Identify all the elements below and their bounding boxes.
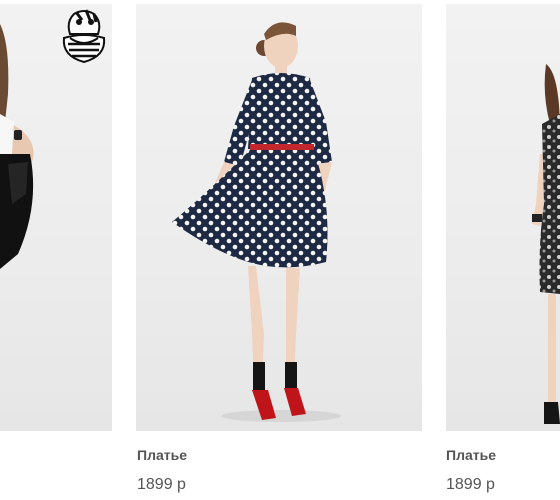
- cheshire-cat-icon: [60, 8, 108, 68]
- product-title[interactable]: Платье: [137, 447, 187, 463]
- polka-dot-dress-photo: [172, 22, 341, 422]
- product-photo[interactable]: [446, 4, 560, 431]
- floral-dress-photo: [532, 64, 560, 424]
- product-title[interactable]: Платье: [446, 447, 496, 463]
- product-price: 1899 р: [137, 476, 186, 493]
- product-photo[interactable]: [0, 4, 112, 431]
- woman-black-dress-photo: [0, 24, 34, 269]
- product-price: 1899 р: [446, 476, 495, 493]
- product-photo[interactable]: [136, 4, 422, 431]
